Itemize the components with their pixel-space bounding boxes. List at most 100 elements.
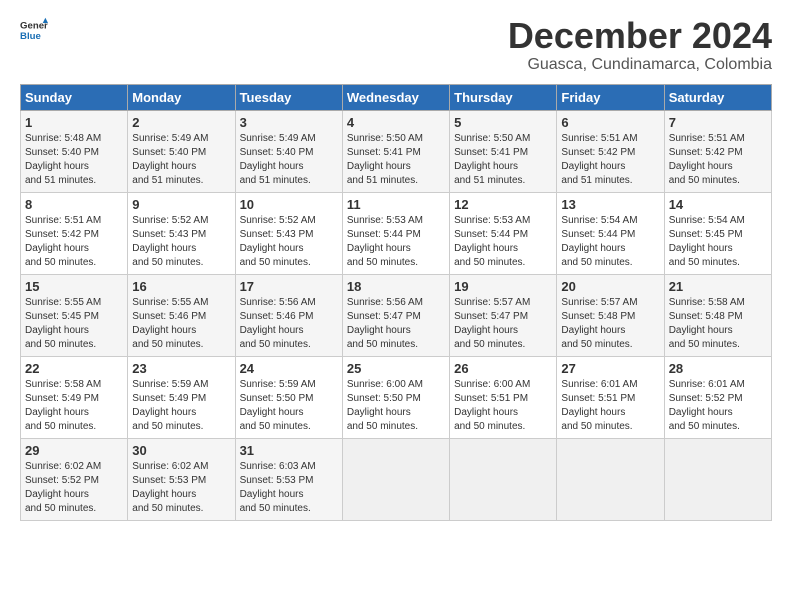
calendar-row: 22 Sunrise: 5:58 AMSunset: 5:49 PMDayligh…: [21, 356, 772, 438]
day-number: 17: [240, 279, 338, 294]
day-number: 31: [240, 443, 338, 458]
table-row: 29 Sunrise: 6:02 AMSunset: 5:52 PMDayligh…: [21, 438, 128, 520]
day-info: Sunrise: 5:53 AMSunset: 5:44 PMDaylight …: [347, 214, 445, 270]
day-number: 30: [132, 443, 230, 458]
day-info: Sunrise: 5:53 AMSunset: 5:44 PMDaylight …: [454, 214, 552, 270]
month-title: December 2024: [508, 16, 772, 56]
table-row: 2Sunrise: 5:49 AMSunset: 5:40 PMDaylight…: [128, 110, 235, 192]
day-number: 10: [240, 197, 338, 212]
col-thursday: Thursday: [450, 84, 557, 110]
calendar-row: 15Sunrise: 5:55 AMSunset: 5:45 PMDayligh…: [21, 274, 772, 356]
day-info: Sunrise: 5:48 AMSunset: 5:40 PMDaylight …: [25, 132, 123, 188]
table-row: 20Sunrise: 5:57 AMSunset: 5:48 PMDayligh…: [557, 274, 664, 356]
day-number: 12: [454, 197, 552, 212]
table-row: 11 Sunrise: 5:53 AMSunset: 5:44 PMDayligh…: [342, 192, 449, 274]
day-number: 27: [561, 361, 659, 376]
day-info: Sunrise: 5:49 AMSunset: 5:40 PMDaylight …: [132, 132, 230, 188]
day-info: Sunrise: 6:00 AMSunset: 5:50 PMDaylight …: [347, 378, 445, 434]
table-row: 16 Sunrise: 5:55 AMSunset: 5:46 PMDayligh…: [128, 274, 235, 356]
day-number: 24: [240, 361, 338, 376]
table-row: 18Sunrise: 5:56 AMSunset: 5:47 PMDayligh…: [342, 274, 449, 356]
day-number: 7: [669, 115, 767, 130]
day-info: Sunrise: 5:57 AMSunset: 5:47 PMDaylight …: [454, 296, 552, 352]
day-info: Sunrise: 6:02 AMSunset: 5:53 PMDaylight …: [132, 460, 230, 516]
table-row: 15Sunrise: 5:55 AMSunset: 5:45 PMDayligh…: [21, 274, 128, 356]
table-row: 26Sunrise: 6:00 AMSunset: 5:51 PMDayligh…: [450, 356, 557, 438]
calendar-row: 1 Sunrise: 5:48 AMSunset: 5:40 PMDaylight…: [21, 110, 772, 192]
day-info: Sunrise: 5:51 AMSunset: 5:42 PMDaylight …: [669, 132, 767, 188]
table-row: 6 Sunrise: 5:51 AMSunset: 5:42 PMDaylight…: [557, 110, 664, 192]
day-info: Sunrise: 5:50 AMSunset: 5:41 PMDaylight …: [347, 132, 445, 188]
table-row: 9 Sunrise: 5:52 AMSunset: 5:43 PMDaylight…: [128, 192, 235, 274]
day-info: Sunrise: 5:49 AMSunset: 5:40 PMDaylight …: [240, 132, 338, 188]
table-row: [557, 438, 664, 520]
day-info: Sunrise: 5:58 AMSunset: 5:49 PMDaylight …: [25, 378, 123, 434]
header: General Blue December 2024 Guasca, Cundi…: [20, 16, 772, 74]
table-row: 17 Sunrise: 5:56 AMSunset: 5:46 PMDayligh…: [235, 274, 342, 356]
day-info: Sunrise: 5:51 AMSunset: 5:42 PMDaylight …: [561, 132, 659, 188]
col-saturday: Saturday: [664, 84, 771, 110]
col-wednesday: Wednesday: [342, 84, 449, 110]
table-row: 13 Sunrise: 5:54 AMSunset: 5:44 PMDayligh…: [557, 192, 664, 274]
table-row: 30 Sunrise: 6:02 AMSunset: 5:53 PMDayligh…: [128, 438, 235, 520]
day-info: Sunrise: 5:52 AMSunset: 5:43 PMDaylight …: [132, 214, 230, 270]
col-sunday: Sunday: [21, 84, 128, 110]
day-number: 21: [669, 279, 767, 294]
logo-icon: General Blue: [20, 16, 48, 44]
day-info: Sunrise: 5:56 AMSunset: 5:47 PMDaylight …: [347, 296, 445, 352]
day-number: 9: [132, 197, 230, 212]
table-row: 10 Sunrise: 5:52 AMSunset: 5:43 PMDayligh…: [235, 192, 342, 274]
day-number: 26: [454, 361, 552, 376]
day-number: 5: [454, 115, 552, 130]
day-info: Sunrise: 5:51 AMSunset: 5:42 PMDaylight …: [25, 214, 123, 270]
day-number: 25: [347, 361, 445, 376]
day-number: 23: [132, 361, 230, 376]
col-monday: Monday: [128, 84, 235, 110]
table-row: 1 Sunrise: 5:48 AMSunset: 5:40 PMDaylight…: [21, 110, 128, 192]
table-row: 28 Sunrise: 6:01 AMSunset: 5:52 PMDayligh…: [664, 356, 771, 438]
day-number: 13: [561, 197, 659, 212]
day-number: 29: [25, 443, 123, 458]
day-info: Sunrise: 6:01 AMSunset: 5:52 PMDaylight …: [669, 378, 767, 434]
table-row: 21 Sunrise: 5:58 AMSunset: 5:48 PMDayligh…: [664, 274, 771, 356]
day-info: Sunrise: 6:03 AMSunset: 5:53 PMDaylight …: [240, 460, 338, 516]
day-number: 19: [454, 279, 552, 294]
header-row: Sunday Monday Tuesday Wednesday Thursday…: [21, 84, 772, 110]
col-tuesday: Tuesday: [235, 84, 342, 110]
day-number: 16: [132, 279, 230, 294]
day-info: Sunrise: 5:58 AMSunset: 5:48 PMDaylight …: [669, 296, 767, 352]
calendar-page: General Blue December 2024 Guasca, Cundi…: [0, 0, 792, 612]
day-info: Sunrise: 6:01 AMSunset: 5:51 PMDaylight …: [561, 378, 659, 434]
col-friday: Friday: [557, 84, 664, 110]
day-number: 3: [240, 115, 338, 130]
day-number: 1: [25, 115, 123, 130]
table-row: 14Sunrise: 5:54 AMSunset: 5:45 PMDayligh…: [664, 192, 771, 274]
day-number: 15: [25, 279, 123, 294]
day-info: Sunrise: 5:55 AMSunset: 5:46 PMDaylight …: [132, 296, 230, 352]
table-row: [664, 438, 771, 520]
title-block: December 2024 Guasca, Cundinamarca, Colo…: [508, 16, 772, 74]
day-info: Sunrise: 5:56 AMSunset: 5:46 PMDaylight …: [240, 296, 338, 352]
table-row: 4 Sunrise: 5:50 AMSunset: 5:41 PMDaylight…: [342, 110, 449, 192]
svg-text:Blue: Blue: [20, 31, 41, 42]
table-row: 24Sunrise: 5:59 AMSunset: 5:50 PMDayligh…: [235, 356, 342, 438]
table-row: 7 Sunrise: 5:51 AMSunset: 5:42 PMDaylight…: [664, 110, 771, 192]
day-number: 4: [347, 115, 445, 130]
table-row: [342, 438, 449, 520]
day-number: 14: [669, 197, 767, 212]
table-row: 12 Sunrise: 5:53 AMSunset: 5:44 PMDayligh…: [450, 192, 557, 274]
day-info: Sunrise: 5:57 AMSunset: 5:48 PMDaylight …: [561, 296, 659, 352]
calendar-row: 29 Sunrise: 6:02 AMSunset: 5:52 PMDayligh…: [21, 438, 772, 520]
day-info: Sunrise: 5:52 AMSunset: 5:43 PMDaylight …: [240, 214, 338, 270]
table-row: 8 Sunrise: 5:51 AMSunset: 5:42 PMDaylight…: [21, 192, 128, 274]
day-number: 6: [561, 115, 659, 130]
day-number: 28: [669, 361, 767, 376]
logo: General Blue: [20, 16, 48, 44]
location: Guasca, Cundinamarca, Colombia: [508, 56, 772, 74]
day-number: 11: [347, 197, 445, 212]
day-info: Sunrise: 6:02 AMSunset: 5:52 PMDaylight …: [25, 460, 123, 516]
table-row: 27 Sunrise: 6:01 AMSunset: 5:51 PMDayligh…: [557, 356, 664, 438]
day-info: Sunrise: 5:54 AMSunset: 5:44 PMDaylight …: [561, 214, 659, 270]
day-number: 8: [25, 197, 123, 212]
day-number: 22: [25, 361, 123, 376]
